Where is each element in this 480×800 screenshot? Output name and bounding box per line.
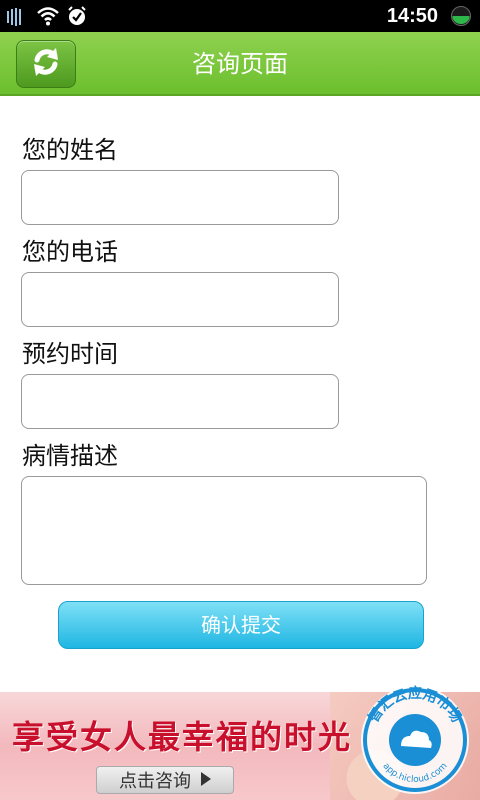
consult-button[interactable]: 点击咨询	[96, 766, 234, 794]
battery-icon	[450, 5, 472, 27]
alarm-icon	[66, 5, 88, 27]
name-input[interactable]	[21, 170, 339, 225]
wifi-icon	[36, 5, 59, 27]
appointment-time-input[interactable]	[21, 374, 339, 429]
refresh-button[interactable]	[16, 40, 76, 88]
submit-button[interactable]: 确认提交	[58, 601, 424, 649]
title-bar: 咨询页面	[0, 32, 480, 96]
status-bar: 14:50	[0, 0, 480, 32]
play-arrow-icon	[201, 770, 211, 791]
description-textarea[interactable]	[21, 476, 427, 585]
appointment-time-label: 预约时间	[22, 340, 118, 368]
banner-headline: 享受女人最幸福的时光	[12, 718, 353, 756]
name-label: 您的姓名	[22, 136, 118, 164]
consult-button-label: 点击咨询	[119, 771, 191, 792]
phone-label: 您的电话	[22, 238, 118, 266]
refresh-icon	[29, 45, 63, 83]
signal-icon	[6, 5, 28, 27]
screen: 14:50 咨询页面 您的姓名 您的电话 预约时间 病情描述 确认提交 享受女人…	[0, 0, 480, 800]
description-label: 病情描述	[22, 442, 118, 470]
phone-input[interactable]	[21, 272, 339, 327]
status-time: 14:50	[386, 5, 438, 27]
hicloud-watermark: 智汇云应用市场 app.hicloud.com	[355, 676, 475, 796]
